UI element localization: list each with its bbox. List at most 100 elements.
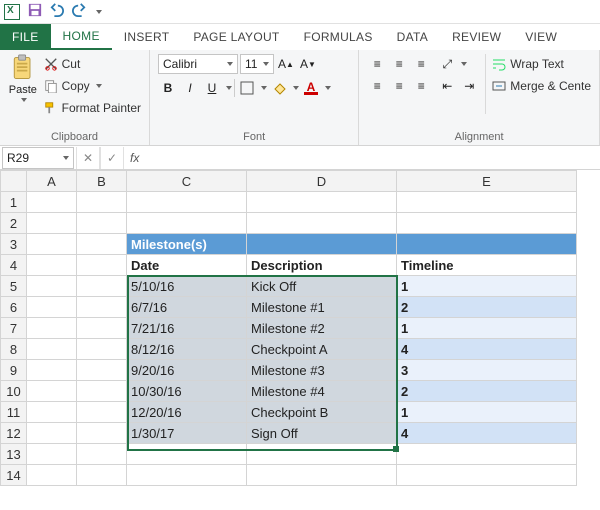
cell[interactable]	[27, 423, 77, 444]
cell-E11[interactable]: 1	[397, 402, 577, 423]
cell[interactable]	[27, 465, 77, 486]
col-header-B[interactable]: B	[77, 171, 127, 192]
col-header-C[interactable]: C	[127, 171, 247, 192]
cell-C7[interactable]: 7/21/16	[127, 318, 247, 339]
row-header[interactable]: 4	[1, 255, 27, 276]
underline-dropdown-icon[interactable]	[226, 86, 232, 90]
font-size-selector[interactable]: 11	[240, 54, 274, 74]
bold-button[interactable]: B	[158, 78, 178, 98]
row-header[interactable]: 7	[1, 318, 27, 339]
cell-E4[interactable]: Timeline	[397, 255, 577, 276]
fill-color-button[interactable]	[269, 78, 289, 98]
cell-D9[interactable]: Milestone #3	[247, 360, 397, 381]
tab-formulas[interactable]: FORMULAS	[292, 24, 385, 50]
cell-E9[interactable]: 3	[397, 360, 577, 381]
format-painter-button[interactable]: Format Painter	[44, 98, 141, 118]
merge-center-button[interactable]: Merge & Cente	[492, 76, 591, 96]
tab-review[interactable]: REVIEW	[440, 24, 513, 50]
wrap-text-button[interactable]: Wrap Text	[492, 54, 591, 74]
cell-E8[interactable]: 4	[397, 339, 577, 360]
tab-view[interactable]: VIEW	[513, 24, 569, 50]
cell[interactable]	[247, 444, 397, 465]
enter-formula-button[interactable]: ✓	[100, 147, 124, 169]
cell[interactable]	[77, 465, 127, 486]
formula-input[interactable]	[145, 147, 600, 169]
cell-D5[interactable]: Kick Off	[247, 276, 397, 297]
tab-page-layout[interactable]: PAGE LAYOUT	[181, 24, 291, 50]
cell-E12[interactable]: 4	[397, 423, 577, 444]
row-header[interactable]: 13	[1, 444, 27, 465]
cancel-formula-button[interactable]: ✕	[76, 147, 100, 169]
row-header[interactable]: 6	[1, 297, 27, 318]
cell-D7[interactable]: Milestone #2	[247, 318, 397, 339]
cell[interactable]	[27, 402, 77, 423]
cell-C9[interactable]: 9/20/16	[127, 360, 247, 381]
cell[interactable]	[397, 444, 577, 465]
cell-E3[interactable]	[397, 234, 577, 255]
cell[interactable]	[127, 213, 247, 234]
cell-C4[interactable]: Date	[127, 255, 247, 276]
row-header[interactable]: 9	[1, 360, 27, 381]
cell[interactable]	[127, 465, 247, 486]
col-header-E[interactable]: E	[397, 171, 577, 192]
underline-button[interactable]: U	[202, 78, 222, 98]
align-top-button[interactable]: ≡	[367, 54, 387, 74]
align-center-button[interactable]: ≡	[389, 76, 409, 96]
cell-C8[interactable]: 8/12/16	[127, 339, 247, 360]
cell[interactable]	[27, 234, 77, 255]
font-color-dropdown-icon[interactable]	[325, 86, 331, 90]
tab-home[interactable]: HOME	[51, 24, 112, 50]
copy-button[interactable]: Copy	[44, 76, 141, 96]
borders-button[interactable]	[237, 78, 257, 98]
cut-button[interactable]: Cut	[44, 54, 141, 74]
cell[interactable]	[77, 423, 127, 444]
row-header[interactable]: 5	[1, 276, 27, 297]
row-header[interactable]: 8	[1, 339, 27, 360]
cell[interactable]	[77, 255, 127, 276]
align-right-button[interactable]: ≡	[411, 76, 431, 96]
cell-D4[interactable]: Description	[247, 255, 397, 276]
row-header[interactable]: 12	[1, 423, 27, 444]
cell-D10[interactable]: Milestone #4	[247, 381, 397, 402]
align-middle-button[interactable]: ≡	[389, 54, 409, 74]
font-name-selector[interactable]: Calibri	[158, 54, 238, 74]
cell[interactable]	[27, 213, 77, 234]
increase-indent-button[interactable]: ⇥	[459, 76, 479, 96]
fill-dropdown-icon[interactable]	[293, 86, 299, 90]
italic-button[interactable]: I	[180, 78, 200, 98]
cell[interactable]	[77, 381, 127, 402]
cell[interactable]	[27, 276, 77, 297]
select-all-corner[interactable]	[1, 171, 27, 192]
col-header-A[interactable]: A	[27, 171, 77, 192]
worksheet[interactable]: A B C D E 1 2 3Milestone(s) 4DateDescrip…	[0, 170, 600, 510]
cell[interactable]	[77, 339, 127, 360]
increase-font-button[interactable]: A▲	[276, 54, 296, 74]
tab-data[interactable]: DATA	[385, 24, 440, 50]
cell[interactable]	[77, 360, 127, 381]
cell-E6[interactable]: 2	[397, 297, 577, 318]
save-icon[interactable]	[28, 3, 42, 20]
row-header[interactable]: 2	[1, 213, 27, 234]
cell-E7[interactable]: 1	[397, 318, 577, 339]
font-color-button[interactable]: A	[301, 78, 321, 98]
copy-dropdown-icon[interactable]	[96, 84, 102, 88]
cell-C10[interactable]: 10/30/16	[127, 381, 247, 402]
cell[interactable]	[247, 192, 397, 213]
cell-C5[interactable]: 5/10/16	[127, 276, 247, 297]
decrease-font-button[interactable]: A▼	[298, 54, 318, 74]
tab-insert[interactable]: INSERT	[112, 24, 182, 50]
row-header[interactable]: 10	[1, 381, 27, 402]
row-header[interactable]: 1	[1, 192, 27, 213]
cell[interactable]	[77, 234, 127, 255]
tab-file[interactable]: FILE	[0, 24, 51, 50]
cell-D8[interactable]: Checkpoint A	[247, 339, 397, 360]
cell[interactable]	[27, 297, 77, 318]
cell[interactable]	[77, 444, 127, 465]
cell-C11[interactable]: 12/20/16	[127, 402, 247, 423]
cell-E5[interactable]: 1	[397, 276, 577, 297]
orientation-button[interactable]: ⤢	[437, 54, 457, 74]
cell-C3[interactable]: Milestone(s)	[127, 234, 247, 255]
redo-icon[interactable]	[72, 3, 86, 20]
cell[interactable]	[397, 465, 577, 486]
cell[interactable]	[77, 297, 127, 318]
